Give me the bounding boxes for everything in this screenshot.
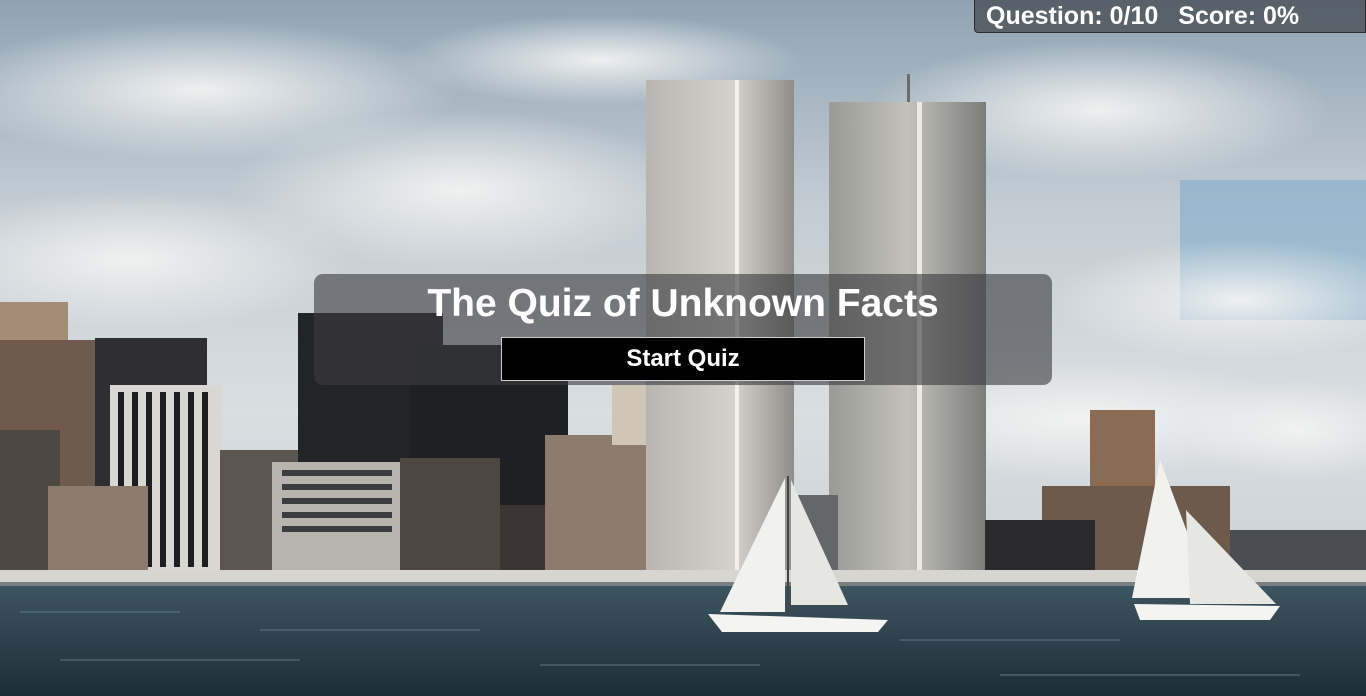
score-display: Score: 0%: [1178, 2, 1300, 30]
quiz-screen: Question: 0/10 Score: 0% The Quiz of Unkn…: [0, 0, 1366, 696]
status-panel: Question: 0/10 Score: 0%: [974, 0, 1366, 33]
quiz-start-panel: The Quiz of Unknown Facts Start Quiz: [314, 274, 1052, 385]
quiz-title: The Quiz of Unknown Facts: [427, 282, 939, 325]
question-counter: Question: 0/10: [986, 2, 1159, 30]
start-quiz-button[interactable]: Start Quiz: [501, 337, 865, 381]
